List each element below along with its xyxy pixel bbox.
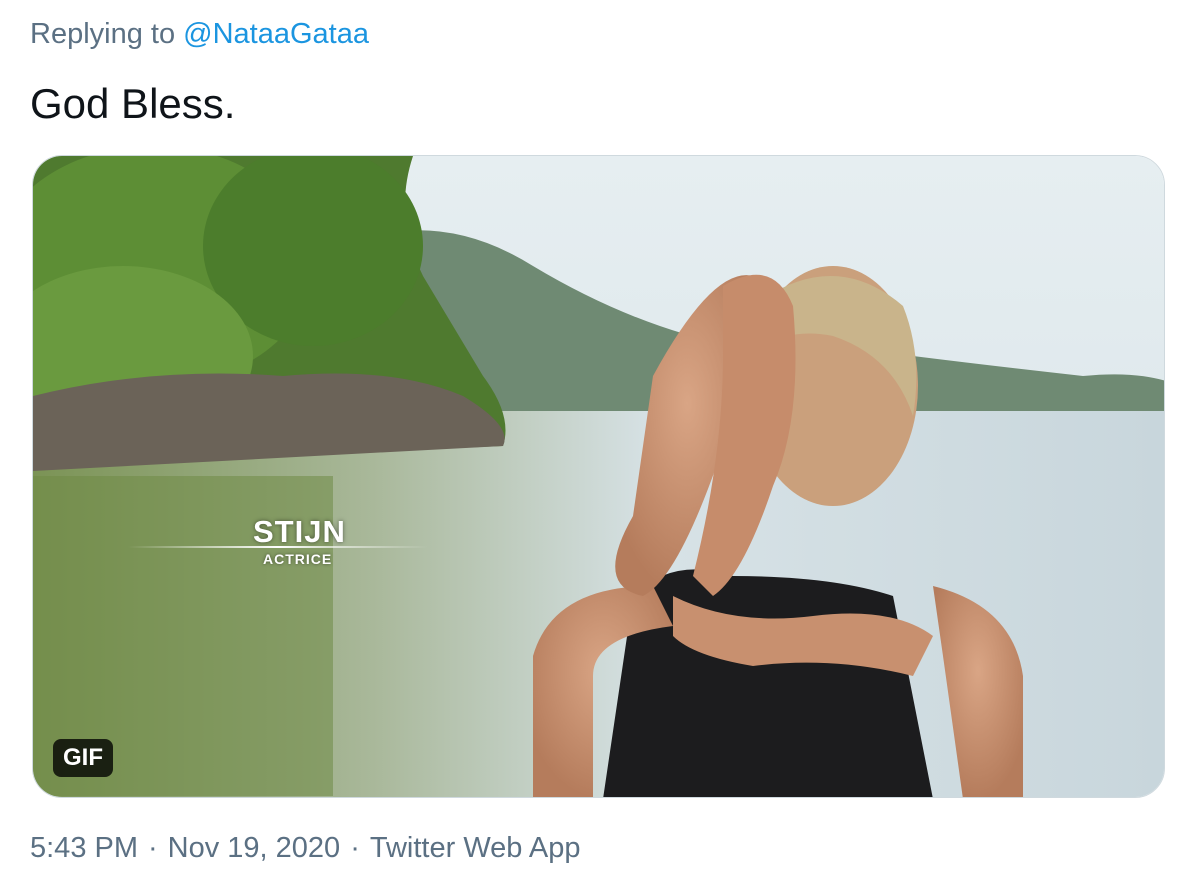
gif-frame-image [33,156,1164,797]
meta-separator: · [350,832,360,864]
reply-handle-link[interactable]: @NataaGataa [183,18,369,50]
gif-badge: GIF [53,739,113,777]
replying-to-label: Replying to [30,18,176,50]
tweet-meta: 5:43 PM · Nov 19, 2020 · Twitter Web App [30,832,580,865]
caption-divider [128,546,428,548]
meta-separator: · [148,832,158,864]
caption-subtitle: ACTRICE [263,551,333,567]
gif-media[interactable]: STIJN ACTRICE GIF [32,155,1165,798]
replying-to-line: Replying to @NataaGataa [30,18,369,51]
tweet-date-link[interactable]: Nov 19, 2020 [168,832,341,864]
tweet-time-link[interactable]: 5:43 PM [30,832,138,864]
tweet-source-link[interactable]: Twitter Web App [370,832,581,864]
caption-name: STIJN [253,514,346,549]
tweet-text: God Bless. [30,80,236,127]
